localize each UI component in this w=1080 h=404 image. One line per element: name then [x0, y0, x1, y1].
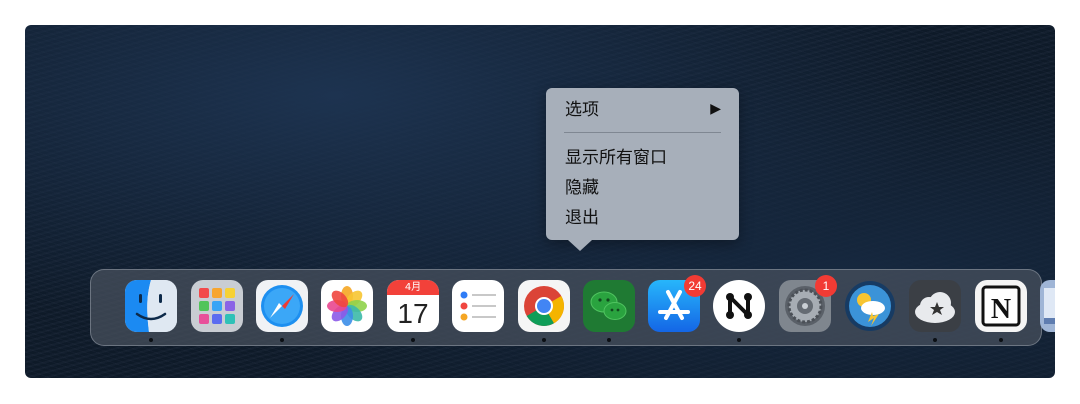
cloud-star-icon[interactable] [909, 280, 961, 332]
menu-item-show-all-windows-label: 显示所有窗口 [565, 148, 667, 168]
running-indicator [607, 338, 611, 342]
system-preferences-item[interactable]: 1 [779, 275, 837, 332]
menu-item-quit[interactable]: 退出 [565, 206, 599, 230]
weather-icon[interactable] [844, 280, 896, 332]
notification-badge: 24 [684, 275, 706, 297]
preview-icon[interactable] [1040, 280, 1055, 332]
nova-app-icon[interactable] [713, 280, 765, 332]
submenu-arrow-icon: ▶ [710, 101, 721, 117]
running-indicator [999, 338, 1003, 342]
app-context-menu: 选项 ▶ 显示所有窗口 隐藏 退出 [546, 88, 739, 251]
running-indicator [280, 338, 284, 342]
menu-item-hide-label: 隐藏 [565, 178, 599, 198]
menu-item-hide[interactable]: 隐藏 [565, 176, 599, 200]
running-indicator [737, 338, 741, 342]
menu-item-quit-label: 退出 [565, 208, 599, 228]
svg-text:N: N [991, 294, 1011, 325]
running-indicator [542, 338, 546, 342]
photos-icon[interactable] [321, 280, 373, 332]
running-indicator [149, 338, 153, 342]
launchpad-icon[interactable] [191, 280, 243, 332]
finder-icon[interactable] [125, 280, 177, 332]
chrome-icon[interactable] [518, 280, 570, 332]
calendar-icon[interactable]: 4月 17 [387, 280, 439, 332]
notification-badge: 1 [815, 275, 837, 297]
app-store-item[interactable]: 24 [648, 275, 706, 332]
menu-item-show-all-windows[interactable]: 显示所有窗口 [565, 146, 667, 170]
wechat-icon[interactable] [583, 280, 635, 332]
reminders-icon[interactable] [452, 280, 504, 332]
calendar-day: 17 [397, 298, 429, 329]
safari-icon[interactable] [256, 280, 308, 332]
menu-item-options-label: 选项 [565, 100, 599, 120]
menu-item-options[interactable]: 选项 [565, 98, 599, 122]
notion-icon[interactable]: N [975, 280, 1027, 332]
calendar-month: 4月 [387, 280, 439, 295]
running-indicator [411, 338, 415, 342]
running-indicator [933, 338, 937, 342]
menu-separator [564, 132, 721, 133]
